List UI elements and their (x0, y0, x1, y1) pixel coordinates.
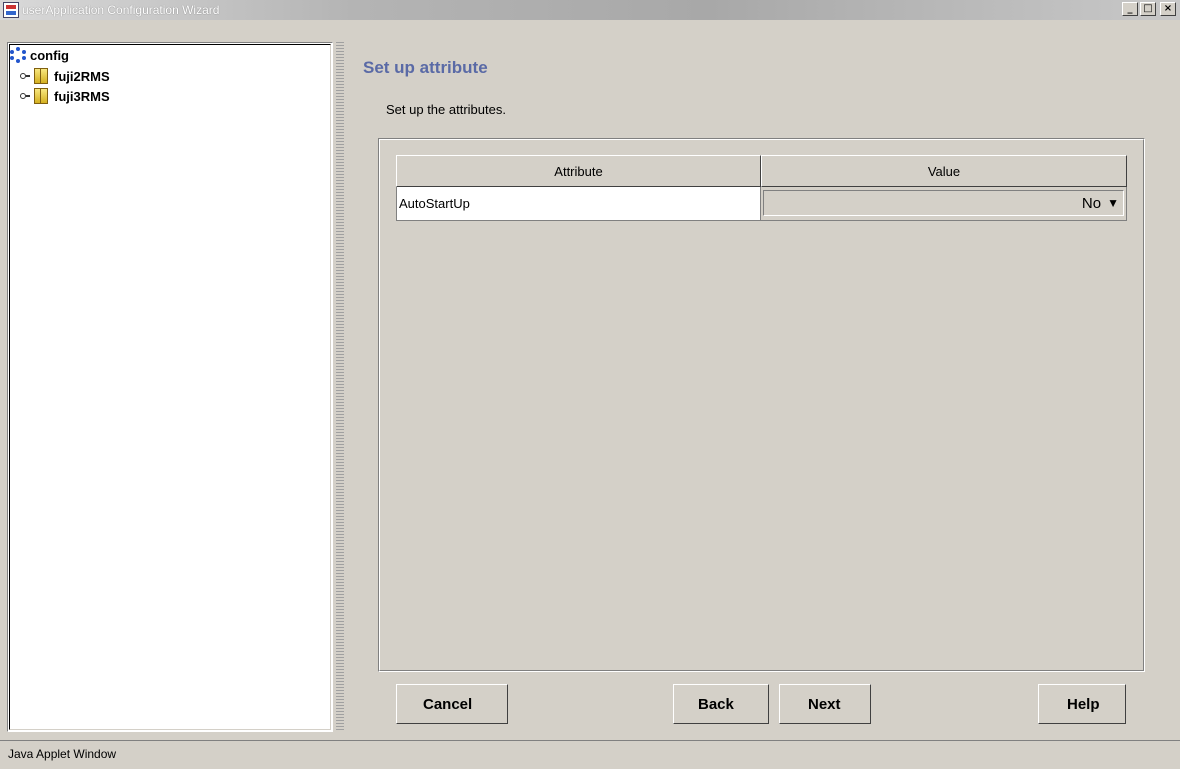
table-row[interactable]: AutoStartUp No ▼ (396, 187, 1127, 221)
title-bar: userApplication Configuration Wizard _ □… (0, 0, 1180, 20)
config-node-icon (10, 47, 26, 63)
table-header: Attribute Value (396, 155, 1127, 187)
next-button[interactable]: Next (779, 684, 871, 724)
attribute-table: Attribute Value AutoStartUp No ▼ (396, 155, 1127, 221)
help-button-label: Help (1067, 695, 1100, 713)
window-title: userApplication Configuration Wizard (22, 3, 220, 17)
column-header-value[interactable]: Value (761, 155, 1127, 187)
tree-node-fuji2rms[interactable]: fuji2RMS (20, 68, 110, 84)
page-title: Set up attribute (363, 58, 488, 77)
back-button[interactable]: Back (673, 684, 769, 724)
expand-handle-icon[interactable] (20, 91, 30, 101)
column-header-attribute[interactable]: Attribute (396, 155, 761, 187)
back-button-label: Back (698, 695, 734, 713)
status-text: Java Applet Window (8, 747, 117, 761)
config-tree[interactable]: config fuji2RMS fuji3RMS (7, 42, 333, 732)
value-cell[interactable]: No ▼ (761, 187, 1126, 220)
window-controls: _ □ × (1122, 2, 1176, 16)
tree-node-fuji3rms[interactable]: fuji3RMS (20, 88, 110, 104)
attribute-cell[interactable]: AutoStartUp (397, 187, 761, 220)
maximize-button[interactable]: □ (1140, 2, 1156, 16)
value-dropdown[interactable]: No ▼ (763, 190, 1124, 216)
next-button-label: Next (808, 695, 841, 713)
close-button[interactable]: × (1160, 2, 1176, 16)
host-icon (34, 68, 48, 84)
status-bar: Java Applet Window (0, 740, 1180, 769)
tree-border (9, 44, 331, 730)
host-icon (34, 88, 48, 104)
dropdown-selected-value: No (1081, 194, 1102, 212)
cancel-button-label: Cancel (423, 695, 473, 713)
cancel-button[interactable]: Cancel (396, 684, 508, 724)
expand-handle-icon[interactable] (20, 71, 30, 81)
java-app-icon (3, 2, 19, 18)
dropdown-arrow-icon[interactable]: ▼ (1107, 196, 1119, 210)
split-pane-divider[interactable] (336, 42, 344, 732)
tree-node-label: fuji3RMS (54, 88, 110, 104)
page-description: Set up the attributes. (386, 102, 506, 117)
tree-node-label: fuji2RMS (54, 68, 110, 84)
tree-root-label: config (30, 47, 69, 63)
tree-root-config[interactable]: config (10, 47, 69, 63)
minimize-button[interactable]: _ (1122, 2, 1138, 16)
help-button[interactable]: Help (1038, 684, 1126, 724)
